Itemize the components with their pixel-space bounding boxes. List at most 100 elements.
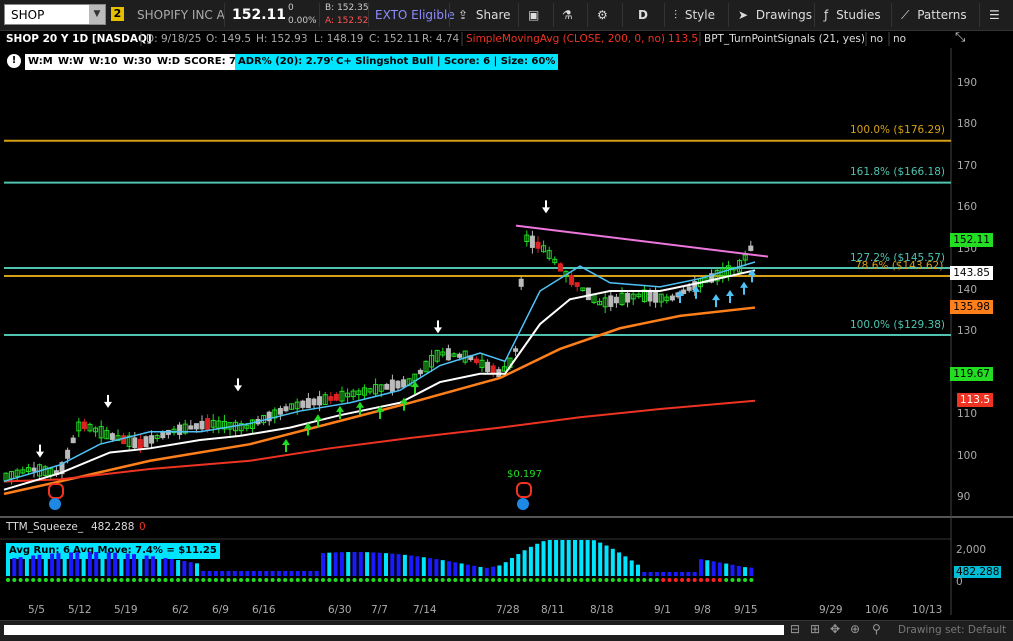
drawings-label: Drawings [755,8,813,22]
squeeze-dot [308,578,313,582]
pan-icon[interactable]: ✥ [830,622,840,636]
price-change: 0 [288,3,294,13]
histogram-bar [62,552,67,576]
histogram-bar [623,556,628,576]
price-axis-tick: 130 [957,325,978,338]
zoom-out-icon[interactable]: ⊟ [790,622,800,636]
squeeze-dot [144,578,149,582]
candle-body [300,400,306,408]
squeeze-dot [239,578,244,582]
earnings-info-icon[interactable] [517,498,529,510]
menu-button[interactable]: ☰ [989,0,1000,30]
histogram-bar [409,555,414,576]
company-name: SHOPIFY INC A [137,8,225,22]
zoom-in-icon[interactable]: ⊞ [810,622,820,636]
squeeze-dot [654,578,659,582]
histogram-bar [182,561,187,576]
candle-body [669,295,675,301]
squeeze-dot [522,578,527,582]
squeeze-dot [258,578,262,582]
drawing-set-label[interactable]: Drawing set: Default [898,624,1006,636]
ema-fast-marker: 135.98 [950,300,993,314]
date-axis-tick: 9/8 [694,604,711,616]
squeeze-dot [692,578,697,582]
histogram-bar [743,567,748,576]
ttm-squeeze-histogram[interactable] [0,540,951,590]
style-icon: ⫶ [674,8,678,22]
histogram-bar [604,545,609,576]
histogram-bar [648,572,653,576]
buy-signal-arrow-head [356,401,364,408]
histogram-bar [213,571,218,576]
chevron-down-icon[interactable]: ▼ [89,5,105,24]
squeeze-dot [283,578,288,582]
histogram-bar [692,572,697,576]
lab-button[interactable]: ⚗ [562,0,573,30]
histogram-bar [736,565,741,576]
squeeze-dot [591,578,596,582]
squeeze-dot [453,578,458,582]
settings-button[interactable]: ⚙ [597,0,608,30]
squeeze-dot [541,578,546,582]
squeeze-dot [724,578,729,582]
candle-body [535,241,541,249]
squeeze-dot [119,578,124,582]
squeeze-dot [377,578,382,582]
gear-icon: ⚙ [597,8,608,22]
candle-body [121,435,127,445]
share-button[interactable]: ⇪ Share [458,0,511,30]
period-button[interactable]: D [638,0,648,30]
histogram-bar [81,552,86,576]
squeeze-dot [132,578,136,582]
pin-icon[interactable]: ⚲ [872,622,881,636]
squeeze-dot [327,578,332,582]
squeeze-dot [339,578,344,582]
candle-body [132,437,138,449]
drawings-button[interactable]: ➤ Drawings [738,0,812,30]
price-chart[interactable] [0,48,1013,516]
divider [622,3,623,27]
histogram-bar [24,556,29,576]
candle-body [199,420,205,430]
notes-button[interactable]: ▣ [528,0,539,30]
squeeze-dot [661,578,666,582]
top-toolbar: SHOP ▼ 2 SHOPIFY INC A 152.11 0 0.00% B:… [0,0,1013,31]
squeeze-dot [176,578,181,582]
exto-eligible-link[interactable]: EXTO Eligible [375,8,455,22]
style-button[interactable]: ⫶ Style [674,0,715,30]
patterns-button[interactable]: ⟋ Patterns [901,0,967,30]
earnings-info-icon[interactable] [49,498,61,510]
crosshair-icon[interactable]: ⊕ [850,622,860,636]
squeeze-dot [94,578,99,582]
symbol-input[interactable]: SHOP ▼ [4,4,106,25]
link-group-badge[interactable]: 2 [111,7,124,21]
histogram-bar [610,548,615,576]
histogram-bar [579,540,584,576]
candle-body [317,396,323,406]
candle-body [389,379,395,392]
studies-button[interactable]: ƒ Studies [824,0,881,30]
squeeze-dot [636,578,640,582]
histogram-bar [245,571,250,576]
histogram-bar [201,571,206,576]
histogram-bar [440,560,445,576]
buy-signal-arrow-head [712,294,720,301]
squeeze-dot [409,578,414,582]
studies-label: Studies [836,8,881,22]
earnings-icon[interactable] [516,482,532,498]
squeeze-dot [333,578,338,582]
squeeze-dot [440,578,445,582]
histogram-bar [94,552,99,576]
histogram-bar [56,553,61,576]
histogram-bar [541,541,546,576]
histogram-bar [258,571,262,576]
histogram-bar [730,564,735,576]
squeeze-dot [510,578,514,582]
histogram-bar [528,546,533,576]
chart-scrollbar[interactable] [4,625,784,635]
last-price-marker: 152.11 [950,233,993,247]
ask-price: A: 152.52 [325,16,369,26]
histogram-bar [18,557,23,576]
indicator-name[interactable]: TTM_Squeeze_ [6,521,83,533]
earnings-icon[interactable] [48,483,64,499]
